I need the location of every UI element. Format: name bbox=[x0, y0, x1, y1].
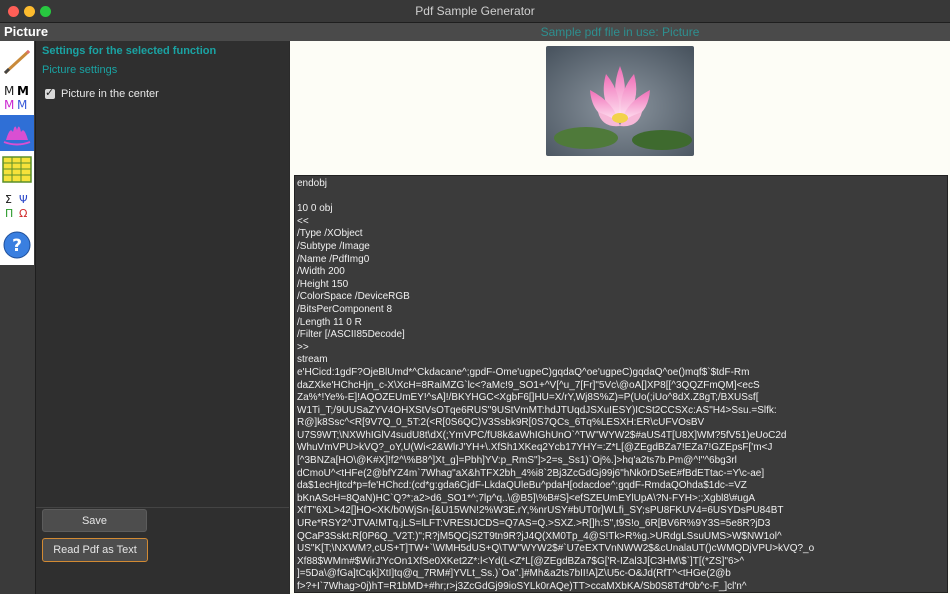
svg-text:M: M bbox=[17, 84, 29, 98]
close-window-button[interactable] bbox=[8, 6, 19, 17]
window-titlebar: Pdf Sample Generator bbox=[0, 0, 950, 23]
svg-text:?: ? bbox=[12, 236, 22, 256]
picture-center-option[interactable]: Picture in the center bbox=[45, 86, 159, 100]
pdf-text-output[interactable]: endobj 10 0 obj << /Type /XObject /Subty… bbox=[294, 175, 948, 593]
svg-text:Π: Π bbox=[5, 207, 13, 220]
svg-text:Ψ: Ψ bbox=[19, 193, 28, 206]
minimize-window-button[interactable] bbox=[24, 6, 35, 17]
preview-area: endobj 10 0 obj << /Type /XObject /Subty… bbox=[290, 41, 950, 594]
help-tool-icon[interactable]: ? bbox=[0, 227, 34, 263]
svg-text:M: M bbox=[4, 98, 14, 112]
svg-text:Σ: Σ bbox=[5, 193, 12, 206]
pencil-tool-icon[interactable] bbox=[0, 43, 34, 79]
read-pdf-as-text-button[interactable]: Read Pdf as Text bbox=[42, 538, 148, 562]
table-tool-icon[interactable] bbox=[0, 151, 34, 187]
maximize-window-button[interactable] bbox=[40, 6, 51, 17]
settings-heading: Settings for the selected function bbox=[42, 45, 217, 57]
header-bar: Picture Sample pdf file in use: Picture bbox=[0, 23, 950, 41]
svg-text:M: M bbox=[4, 84, 14, 98]
lotus-picture-preview bbox=[546, 46, 694, 156]
svg-text:Ω: Ω bbox=[19, 207, 27, 220]
picture-center-label: Picture in the center bbox=[61, 88, 159, 100]
panel-divider bbox=[36, 507, 289, 508]
window-title: Pdf Sample Generator bbox=[415, 4, 535, 18]
picture-tool-icon[interactable] bbox=[0, 115, 34, 151]
settings-panel: Settings for the selected function Pictu… bbox=[36, 41, 289, 594]
file-in-use-label: Sample pdf file in use: Picture bbox=[540, 25, 700, 39]
save-button[interactable]: Save bbox=[42, 509, 147, 532]
function-title: Picture bbox=[4, 24, 49, 39]
symbols-tool-icon[interactable]: Σ Ψ Π Ω bbox=[0, 187, 34, 223]
picture-center-checkbox[interactable] bbox=[45, 86, 55, 99]
pdf-text-content: endobj 10 0 obj << /Type /XObject /Subty… bbox=[297, 178, 815, 592]
function-toolbar: M M M M Σ Ψ Π Ω ? bbox=[0, 41, 36, 594]
picture-settings-heading: Picture settings bbox=[42, 64, 118, 76]
text-tool-icon[interactable]: M M M M bbox=[0, 79, 34, 115]
tool-strip: M M M M Σ Ψ Π Ω ? bbox=[0, 41, 34, 265]
svg-text:M: M bbox=[17, 98, 27, 112]
